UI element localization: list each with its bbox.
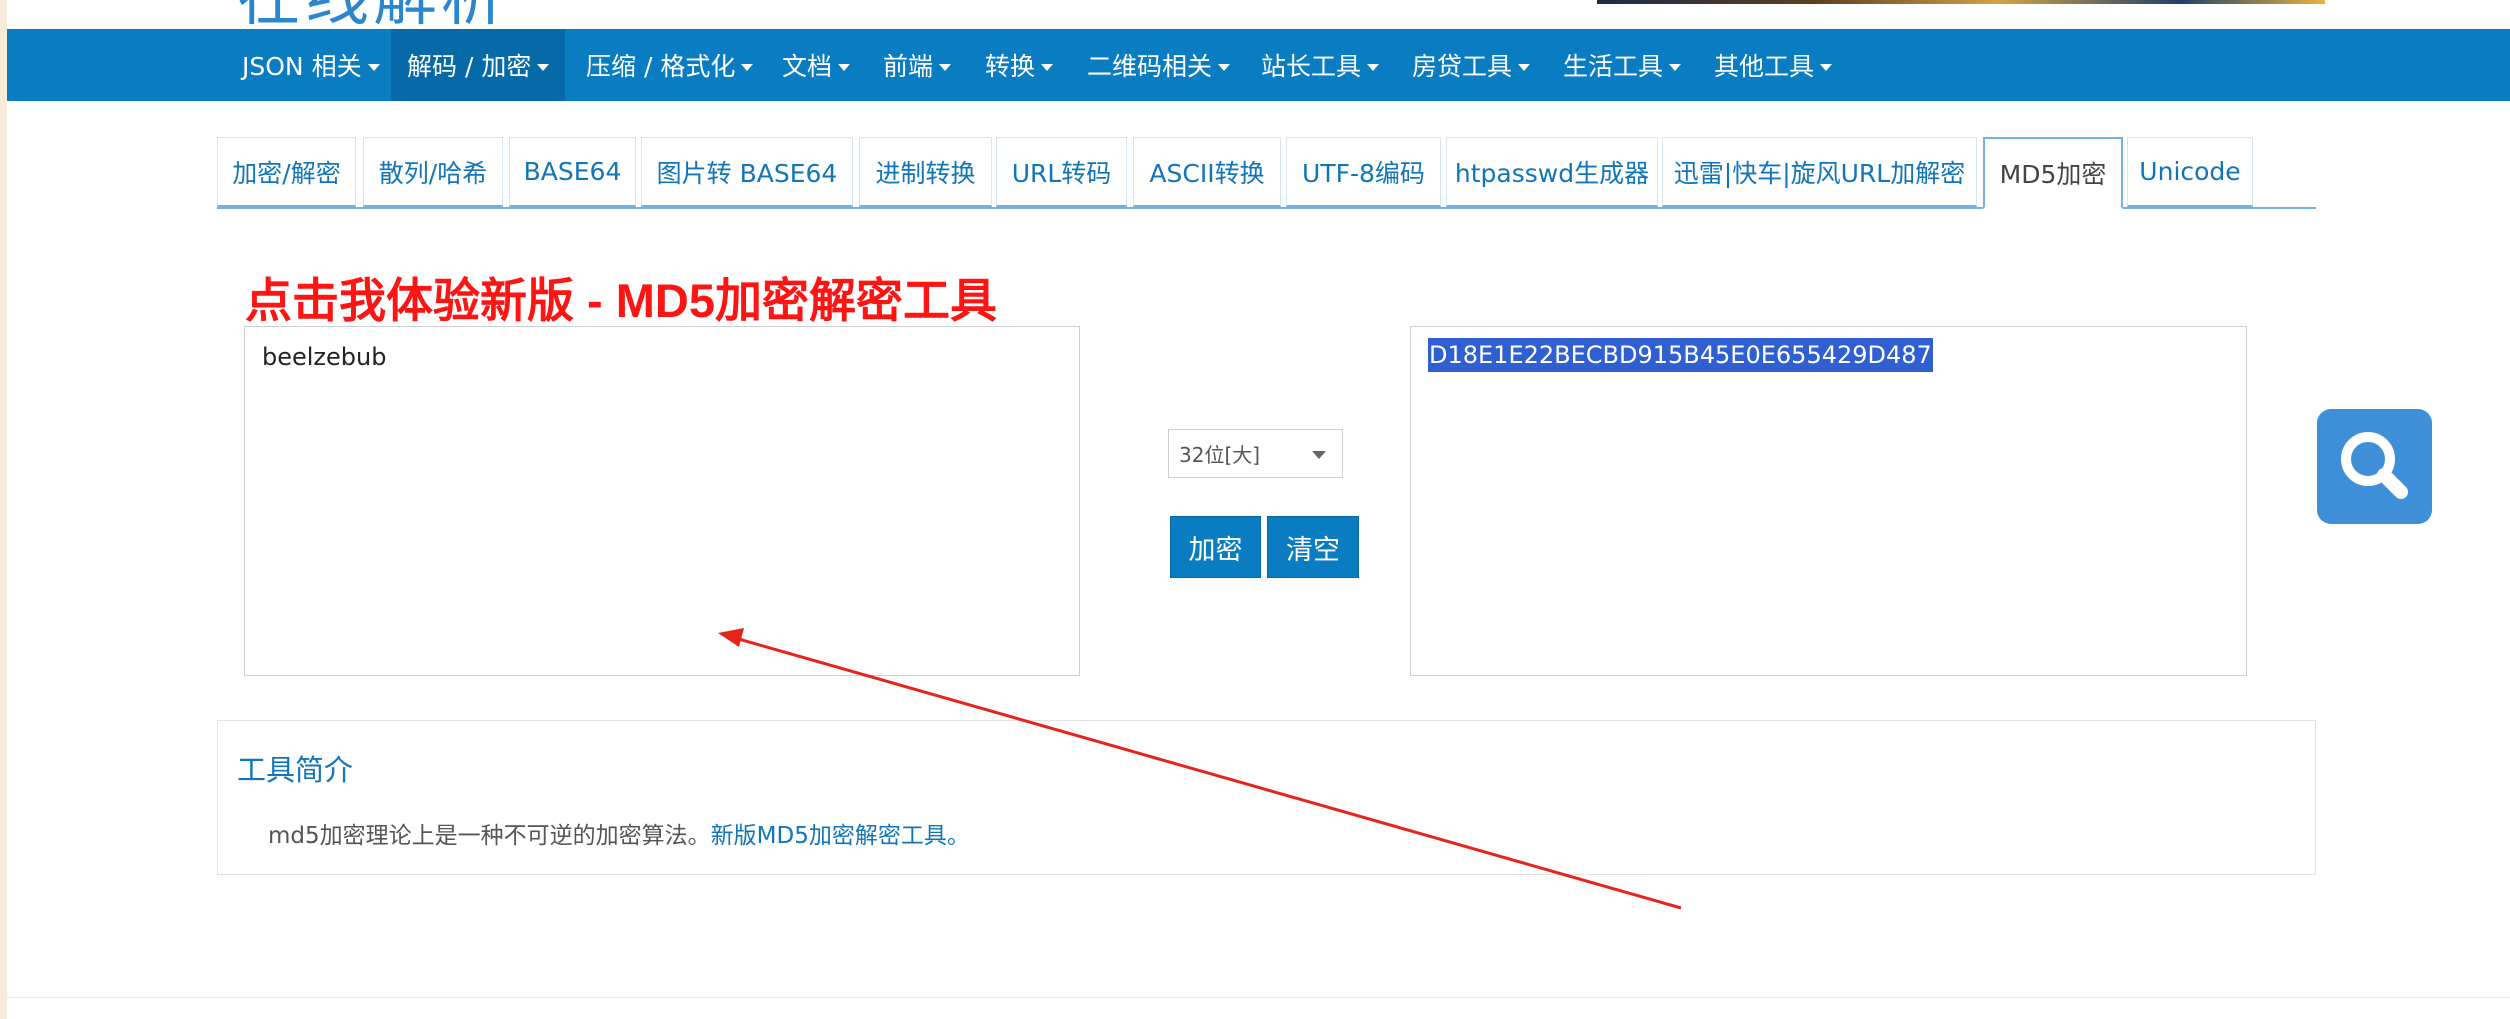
floating-search-button[interactable] [2317, 409, 2432, 524]
nav-item-label: 压缩 / 格式化 [586, 52, 736, 81]
selected-output-text: D18E1E22BECBD915B45E0E655429D487 [1428, 338, 1933, 372]
tool-intro-text: md5加密理论上是一种不可逆的加密算法。新版MD5加密解密工具。 [268, 816, 970, 850]
tab-hash[interactable]: 散列/哈希 [363, 137, 503, 207]
nav-item-label: 房贷工具 [1412, 52, 1513, 81]
tab-md5[interactable]: MD5加密 [1983, 137, 2123, 209]
tab-ascii-convert[interactable]: ASCII转换 [1133, 137, 1281, 207]
md5-bits-select-value: 32位[大] [1179, 443, 1261, 467]
nav-item-label: 文档 [782, 52, 833, 81]
nav-item-json[interactable]: JSON 相关 [226, 29, 396, 101]
page-left-edge [0, 0, 7, 1019]
tab-unicode[interactable]: Unicode [2127, 137, 2253, 207]
nav-item-label: JSON 相关 [242, 52, 362, 81]
new-md5-tool-link[interactable]: 新版MD5加密解密工具。 [711, 823, 970, 849]
footer-divider [7, 997, 2510, 998]
tab-htpasswd[interactable]: htpasswd生成器 [1446, 137, 1658, 207]
tab-thunder-url[interactable]: 迅雷|快车|旋风URL加解密 [1662, 137, 1977, 207]
caret-down-icon [1669, 63, 1682, 71]
tool-intro-panel: 工具简介 md5加密理论上是一种不可逆的加密算法。新版MD5加密解密工具。 [217, 720, 2316, 875]
nav-item-webmaster[interactable]: 站长工具 [1245, 29, 1395, 101]
tab-radix-convert[interactable]: 进制转换 [859, 137, 992, 207]
caret-down-icon [367, 63, 380, 71]
nav-item-label: 前端 [883, 52, 934, 81]
site-header: 在线解析 [7, 0, 2510, 29]
tab-base64[interactable]: BASE64 [509, 137, 636, 207]
caret-down-icon [1218, 63, 1231, 71]
nav-item-label: 转换 [985, 52, 1036, 81]
site-logo[interactable]: 在线解析 [237, 0, 509, 29]
nav-item-other[interactable]: 其他工具 [1698, 29, 1848, 101]
caret-down-icon [1041, 63, 1054, 71]
caret-down-icon [1312, 451, 1326, 459]
tab-utf8-encode[interactable]: UTF-8编码 [1286, 137, 1441, 207]
nav-item-frontend[interactable]: 前端 [867, 29, 967, 101]
tool-intro-description: md5加密理论上是一种不可逆的加密算法。 [268, 823, 711, 849]
caret-down-icon [838, 63, 851, 71]
caret-down-icon [741, 63, 754, 71]
caret-down-icon [1820, 63, 1833, 71]
nav-item-label: 其他工具 [1714, 52, 1815, 81]
caret-down-icon [537, 63, 550, 71]
nav-item-life[interactable]: 生活工具 [1547, 29, 1697, 101]
nav-item-docs[interactable]: 文档 [766, 29, 866, 101]
nav-item-label: 解码 / 加密 [407, 52, 532, 81]
nav-item-qrcode[interactable]: 二维码相关 [1071, 29, 1246, 101]
nav-item-label: 生活工具 [1563, 52, 1664, 81]
nav-item-compress-format[interactable]: 压缩 / 格式化 [570, 29, 769, 101]
promo-new-version-link[interactable]: 点击我体验新版 - MD5加密解密工具 [245, 262, 997, 331]
md5-output-textarea[interactable]: D18E1E22BECBD915B45E0E655429D487 [1410, 326, 2247, 676]
main-navbar: JSON 相关 解码 / 加密 压缩 / 格式化 文档 前端 转换 二维码相关 … [7, 29, 2510, 101]
nav-item-label: 二维码相关 [1087, 52, 1213, 81]
tool-intro-title: 工具简介 [237, 753, 354, 787]
clear-button[interactable]: 清空 [1267, 516, 1359, 578]
nav-item-convert[interactable]: 转换 [969, 29, 1069, 101]
tab-url-encode[interactable]: URL转码 [996, 137, 1127, 207]
md5-bits-select[interactable]: 32位[大] [1168, 429, 1343, 478]
header-banner-ad[interactable] [1597, 0, 2325, 4]
md5-input-textarea[interactable]: beelzebub [244, 326, 1080, 676]
tab-encrypt-decrypt[interactable]: 加密/解密 [217, 137, 356, 207]
nav-item-label: 站长工具 [1261, 52, 1362, 81]
caret-down-icon [939, 63, 952, 71]
nav-item-mortgage[interactable]: 房贷工具 [1396, 29, 1546, 101]
encrypt-button[interactable]: 加密 [1170, 516, 1261, 578]
tab-image-to-base64[interactable]: 图片转 BASE64 [641, 137, 853, 207]
caret-down-icon [1518, 63, 1531, 71]
search-icon [2341, 432, 2408, 499]
nav-item-decode-encrypt[interactable]: 解码 / 加密 [391, 29, 566, 101]
caret-down-icon [1367, 63, 1380, 71]
